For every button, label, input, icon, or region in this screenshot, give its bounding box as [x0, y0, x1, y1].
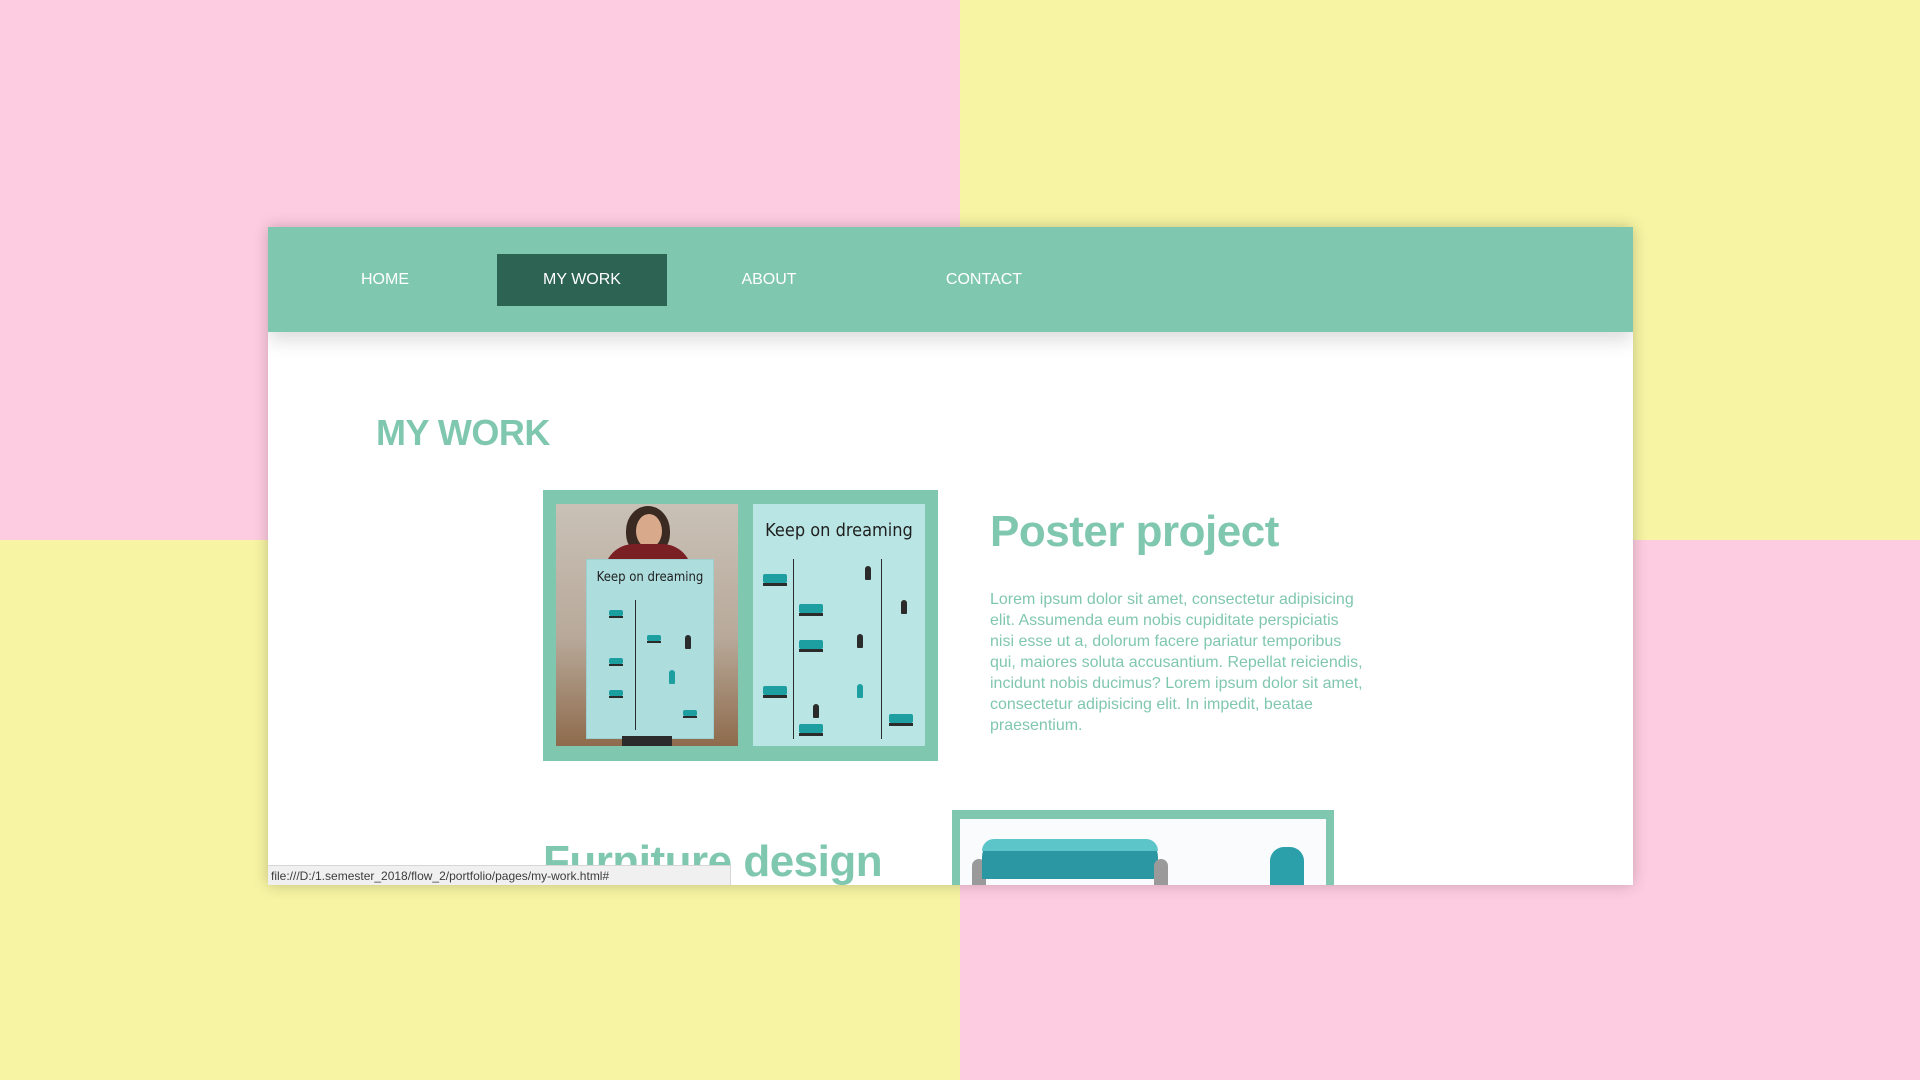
bed-icon	[609, 658, 623, 666]
person-face	[636, 514, 662, 548]
bed-icon	[799, 640, 823, 652]
nav-my-work-link[interactable]: MY WORK	[497, 254, 667, 306]
poster-photo: Keep on dreaming	[556, 504, 738, 746]
project-title: Poster project	[990, 507, 1279, 556]
sofa-cushion	[982, 839, 1158, 851]
poster-timeline-right	[881, 559, 882, 739]
person-figure-icon	[813, 704, 819, 718]
poster-project-image[interactable]: Keep on dreaming Keep on dreaming	[543, 490, 938, 761]
bed-icon	[763, 686, 787, 698]
person-figure-icon	[669, 670, 675, 684]
person-figure-icon	[865, 566, 871, 580]
nav-contact-link[interactable]: CONTACT	[929, 254, 1039, 306]
person-figure-icon	[857, 684, 863, 698]
person-figure-icon	[901, 600, 907, 614]
top-navbar: HOME MY WORK ABOUT CONTACT	[268, 227, 1633, 332]
sofa-arm	[1154, 859, 1168, 885]
bed-icon	[763, 574, 787, 586]
page-title: MY WORK	[376, 412, 550, 453]
held-poster: Keep on dreaming	[586, 559, 714, 739]
nav-about-link[interactable]: ABOUT	[714, 254, 824, 306]
furniture-illustration	[960, 819, 1326, 885]
bed-icon	[647, 635, 661, 643]
nav-home-link[interactable]: HOME	[330, 254, 440, 306]
bed-icon	[609, 610, 623, 618]
person-figure-icon	[685, 635, 691, 649]
person-figure-icon	[857, 634, 863, 648]
browser-viewport: HOME MY WORK ABOUT CONTACT MY WORK Keep …	[268, 227, 1633, 885]
lamp-icon	[1270, 847, 1304, 885]
held-poster-title: Keep on dreaming	[596, 570, 704, 585]
bed-icon	[799, 724, 823, 736]
bed-icon	[609, 690, 623, 698]
poster-timeline-left	[793, 559, 794, 739]
status-bar-url: file:///D:/1.semester_2018/flow_2/portfo…	[268, 865, 731, 885]
project-description: Lorem ipsum dolor sit amet, consectetur …	[990, 591, 1363, 734]
person-legs	[622, 736, 672, 746]
poster-title: Keep on dreaming	[765, 520, 913, 541]
bed-icon	[683, 710, 697, 718]
bed-icon	[799, 604, 823, 616]
bed-icon	[889, 714, 913, 726]
poster-closeup: Keep on dreaming	[753, 504, 925, 746]
poster-line	[635, 600, 636, 730]
furniture-project-image[interactable]	[952, 810, 1334, 885]
